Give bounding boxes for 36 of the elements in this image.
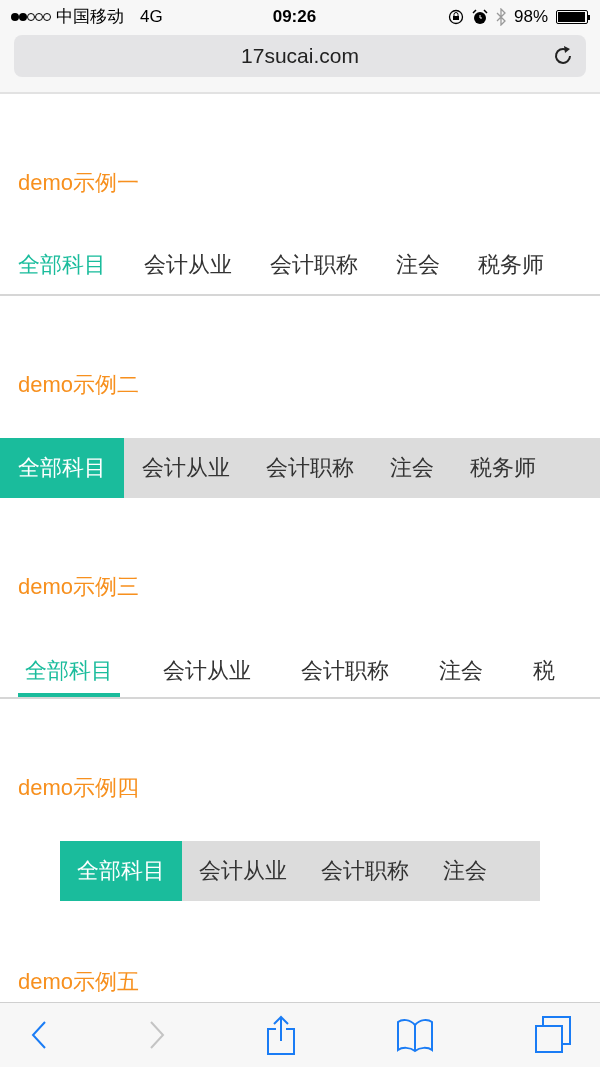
book-icon[interactable] <box>396 1017 434 1053</box>
battery-percent: 98% <box>513 6 548 29</box>
demo-title: demo示例二 <box>18 374 140 396</box>
reload-icon[interactable] <box>552 45 574 67</box>
demo-title: demo示例五 <box>18 971 140 993</box>
clock: 09:26 <box>272 6 317 29</box>
rotation-lock-icon <box>447 9 464 25</box>
tab[interactable]: 会计从业 <box>144 254 232 276</box>
tab[interactable]: 注会 <box>432 640 490 697</box>
tab[interactable]: 会计从业 <box>156 640 258 697</box>
tabs-icon[interactable] <box>534 1016 572 1054</box>
tab[interactable]: 会计职称 <box>294 640 396 697</box>
tab[interactable]: 会计职称 <box>248 438 372 498</box>
signal-icon <box>10 12 52 22</box>
url-text: 17sucai.com <box>241 43 359 70</box>
tab[interactable]: 注会 <box>426 841 504 901</box>
address-bar[interactable]: 17sucai.com <box>14 35 586 77</box>
demo-title: demo示例三 <box>18 576 140 598</box>
tab[interactable]: 税务师 <box>478 254 544 276</box>
alarm-icon <box>471 9 488 25</box>
bluetooth-icon <box>495 8 506 26</box>
carrier-name: 中国移动 <box>56 6 124 29</box>
network-type: 4G <box>140 6 163 29</box>
demo-title: demo示例四 <box>18 777 140 799</box>
tab[interactable]: 会计从业 <box>124 438 248 498</box>
tab[interactable]: 注会 <box>372 438 452 498</box>
tab[interactable]: 会计职称 <box>304 841 426 901</box>
tab[interactable]: 税 <box>526 640 562 697</box>
tab[interactable]: 会计从业 <box>182 841 304 901</box>
tab[interactable]: 注会 <box>396 254 440 276</box>
share-icon[interactable] <box>266 1015 296 1055</box>
demo-title: demo示例一 <box>18 172 140 194</box>
battery-icon <box>556 10 590 24</box>
tab[interactable]: 会计职称 <box>270 254 358 276</box>
tab[interactable]: 税务师 <box>452 438 554 498</box>
back-icon[interactable] <box>30 1020 48 1050</box>
